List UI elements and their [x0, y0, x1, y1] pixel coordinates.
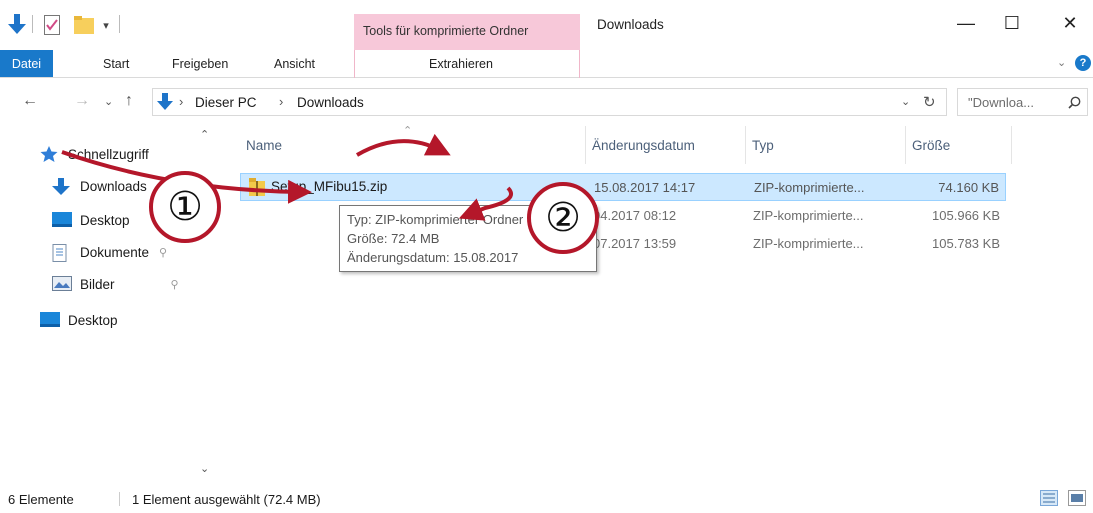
annotation-arrows	[61, 133, 514, 221]
details-view-icon[interactable]	[1040, 490, 1058, 506]
large-icons-view-icon[interactable]	[1068, 490, 1086, 506]
annotation-step-1: ①	[149, 171, 221, 243]
annotation-step-2: ②	[527, 182, 599, 254]
status-item-count: 6 Elemente	[8, 492, 74, 507]
arrow-drag-top	[355, 133, 451, 157]
status-selection: 1 Element ausgewählt (72.4 MB)	[132, 492, 321, 507]
arrow-step2	[458, 186, 514, 221]
status-bar: 6 Elemente 1 Element ausgewählt (72.4 MB…	[0, 486, 1093, 513]
